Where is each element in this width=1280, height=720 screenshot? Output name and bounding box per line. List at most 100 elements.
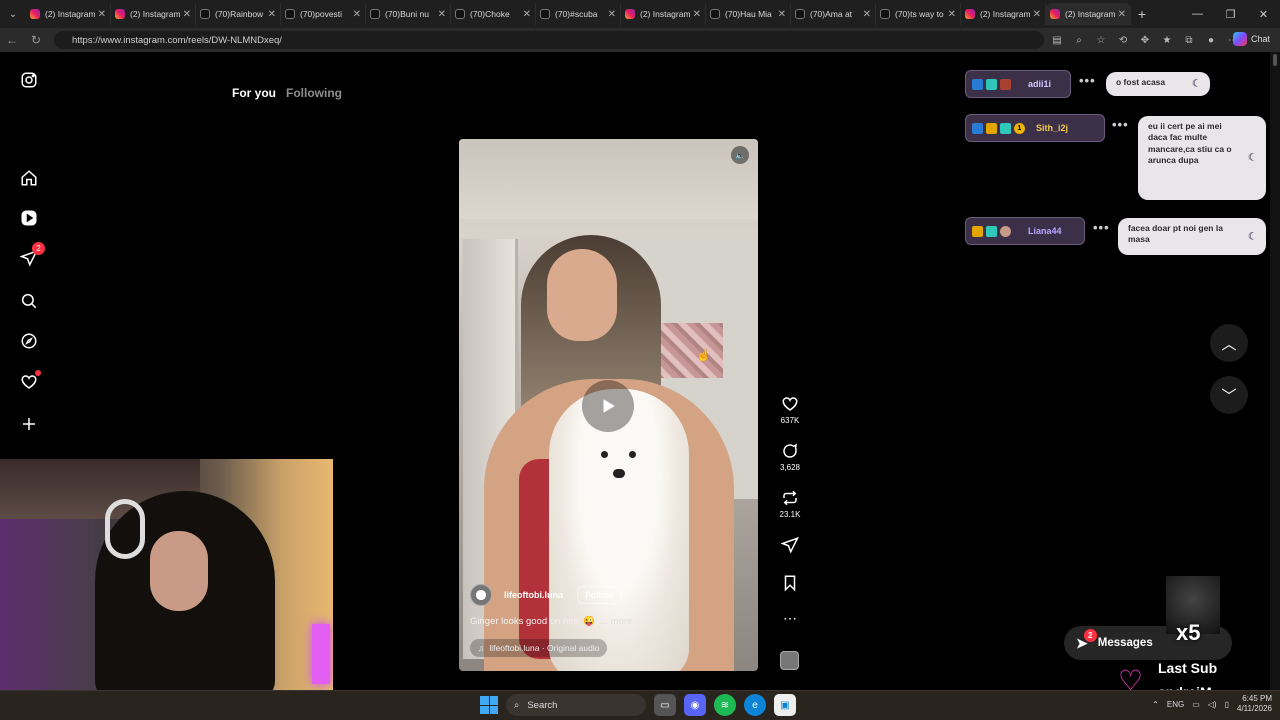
close-tab-icon[interactable]: ✕ bbox=[778, 9, 786, 20]
browser-tab[interactable]: (2) Instagram ✕ bbox=[111, 3, 196, 25]
favorites-icon[interactable]: ★ bbox=[1158, 31, 1176, 49]
volume-tray-icon[interactable]: ◁) bbox=[1208, 700, 1217, 709]
browser-tab[interactable]: (70)ts way to ✕ bbox=[876, 3, 961, 25]
close-tab-icon[interactable]: ✕ bbox=[183, 9, 191, 20]
webcam-headset bbox=[105, 499, 145, 559]
close-tab-icon[interactable]: ✕ bbox=[268, 9, 276, 20]
browser-tab[interactable]: (2) Instagram ✕ bbox=[621, 3, 706, 25]
close-tab-icon[interactable]: ✕ bbox=[608, 9, 616, 20]
tab-for-you[interactable]: For you bbox=[232, 86, 276, 100]
browser-tab[interactable]: (2) Instagram ✕ bbox=[961, 3, 1046, 25]
battery-icon[interactable]: ▯ bbox=[1225, 700, 1229, 709]
tab-following[interactable]: Following bbox=[286, 86, 342, 100]
close-tab-icon[interactable]: ✕ bbox=[1033, 9, 1041, 20]
browser-tab[interactable]: (70)Buni nu ✕ bbox=[366, 3, 451, 25]
webcam-lamp bbox=[312, 624, 330, 684]
close-tab-icon[interactable]: ✕ bbox=[948, 9, 956, 20]
search-icon[interactable] bbox=[19, 291, 39, 311]
network-icon[interactable]: ▭ bbox=[1192, 700, 1200, 709]
instagram-logo-icon[interactable] bbox=[19, 70, 39, 90]
browser-tab[interactable]: (70)Hau Mia ✕ bbox=[706, 3, 791, 25]
webcam-face bbox=[150, 531, 208, 611]
maximize-icon[interactable]: ❐ bbox=[1214, 0, 1247, 28]
tiktok-icon bbox=[200, 9, 210, 19]
zoom-icon[interactable]: ⌕ bbox=[1070, 31, 1088, 49]
browser-tab[interactable]: (70)Rainbow ✕ bbox=[196, 3, 281, 25]
moon-icon: ☾ bbox=[1248, 230, 1257, 242]
create-post-icon[interactable] bbox=[19, 414, 39, 434]
taskbar-clock[interactable]: 6:45 PM 4/11/2026 bbox=[1237, 694, 1272, 714]
browser-tab[interactable]: (70)Choke ✕ bbox=[451, 3, 536, 25]
copilot-chat-button[interactable]: Chat bbox=[1232, 32, 1270, 46]
back-icon[interactable]: ← bbox=[0, 33, 24, 47]
page-scrollbar[interactable] bbox=[1270, 52, 1280, 690]
close-tab-icon[interactable]: ✕ bbox=[863, 9, 871, 20]
language-indicator[interactable]: ENG bbox=[1167, 700, 1184, 709]
browser-tab[interactable]: (70)Ama at ✕ bbox=[791, 3, 876, 25]
audio-thumbnail[interactable] bbox=[780, 651, 799, 670]
play-button[interactable] bbox=[582, 380, 634, 432]
discord-icon[interactable]: ◉ bbox=[684, 694, 706, 716]
tiktok-icon bbox=[370, 9, 380, 19]
minimize-icon[interactable]: — bbox=[1181, 0, 1214, 28]
tiktok-icon bbox=[710, 9, 720, 19]
chat-badge-icon bbox=[1000, 78, 1011, 90]
close-tab-icon[interactable]: ✕ bbox=[98, 9, 106, 20]
home-icon[interactable] bbox=[19, 168, 39, 188]
windows-start-icon[interactable] bbox=[480, 696, 498, 714]
close-tab-icon[interactable]: ✕ bbox=[353, 9, 361, 20]
more-options-icon[interactable]: ⋯ bbox=[776, 610, 804, 627]
previous-reel-button[interactable]: ︿ bbox=[1210, 324, 1248, 362]
save-action[interactable] bbox=[776, 574, 804, 592]
caption-more-link[interactable]: ... more bbox=[600, 616, 632, 627]
favorite-star-icon[interactable]: ☆ bbox=[1092, 31, 1110, 49]
browser-tab[interactable]: (70)povesti ✕ bbox=[281, 3, 366, 25]
chat-label: Chat bbox=[1250, 34, 1270, 44]
author-avatar[interactable] bbox=[470, 584, 492, 606]
close-tab-icon[interactable]: ✕ bbox=[693, 9, 701, 20]
browser-tab[interactable]: (70)#scuba ✕ bbox=[536, 3, 621, 25]
close-tab-icon[interactable]: ✕ bbox=[438, 9, 446, 20]
edge-icon[interactable]: e bbox=[744, 694, 766, 716]
like-action[interactable]: 637K bbox=[776, 395, 804, 425]
browser-tab[interactable]: (2) Instagram ✕ bbox=[26, 3, 111, 25]
tab-actions-menu-icon[interactable]: ⌄ bbox=[0, 0, 26, 28]
profile-avatar-icon[interactable]: ● bbox=[1202, 31, 1220, 49]
split-screen-icon[interactable]: ▤ bbox=[1048, 31, 1066, 49]
reel-audio[interactable]: ♫ lifeoftobi.luna · Original audio bbox=[470, 639, 608, 657]
chat-badge-icon bbox=[986, 122, 997, 134]
messages-icon: ➤ 2 bbox=[1076, 628, 1097, 652]
repost-action[interactable]: 23.1K bbox=[776, 489, 804, 519]
volume-icon[interactable]: 🔈 bbox=[731, 146, 749, 164]
close-tab-icon[interactable]: ✕ bbox=[1118, 9, 1126, 20]
follow-button[interactable]: Follow bbox=[577, 586, 622, 604]
scrollbar-thumb[interactable] bbox=[1273, 54, 1277, 66]
collections-icon[interactable]: ⧉ bbox=[1180, 31, 1198, 49]
taskbar-search[interactable]: ⌕ Search bbox=[506, 694, 646, 716]
video-person-face bbox=[547, 249, 617, 341]
app-window-icon[interactable]: ▣ bbox=[774, 694, 796, 716]
url-field[interactable]: https://www.instagram.com/reels/DW-NLMND… bbox=[54, 31, 1044, 49]
file-explorer-icon[interactable]: ▭ bbox=[654, 694, 676, 716]
tab-title: (2) Instagram bbox=[45, 9, 95, 19]
address-bar-icons: ▤ ⌕ ☆ ⟲ ✥ ★ ⧉ ● ⋯ bbox=[1048, 31, 1242, 49]
share-action[interactable] bbox=[776, 536, 804, 554]
direct-messages-icon[interactable]: 2 bbox=[19, 242, 45, 268]
extensions-icon[interactable]: ⟲ bbox=[1114, 31, 1132, 49]
browser-tab-active[interactable]: (2) Instagram ✕ bbox=[1046, 3, 1131, 25]
close-window-icon[interactable]: ✕ bbox=[1247, 0, 1280, 28]
next-reel-button[interactable]: ﹀ bbox=[1210, 376, 1248, 414]
tab-title: (70)Hau Mia bbox=[725, 9, 772, 19]
tiktok-icon bbox=[880, 9, 890, 19]
new-tab-button[interactable]: + bbox=[1131, 6, 1153, 22]
puzzle-icon[interactable]: ✥ bbox=[1136, 31, 1154, 49]
author-username[interactable]: lifeoftobi.luna bbox=[504, 590, 563, 600]
explore-icon[interactable] bbox=[19, 331, 39, 351]
refresh-icon[interactable]: ↻ bbox=[24, 33, 48, 47]
comment-action[interactable]: 3,628 bbox=[776, 442, 804, 472]
close-tab-icon[interactable]: ✕ bbox=[523, 9, 531, 20]
reels-icon[interactable] bbox=[19, 208, 39, 228]
notifications-heart-icon[interactable] bbox=[19, 370, 41, 392]
spotify-icon[interactable]: ≋ bbox=[714, 694, 736, 716]
tray-chevron-icon[interactable]: ⌃ bbox=[1152, 700, 1159, 709]
